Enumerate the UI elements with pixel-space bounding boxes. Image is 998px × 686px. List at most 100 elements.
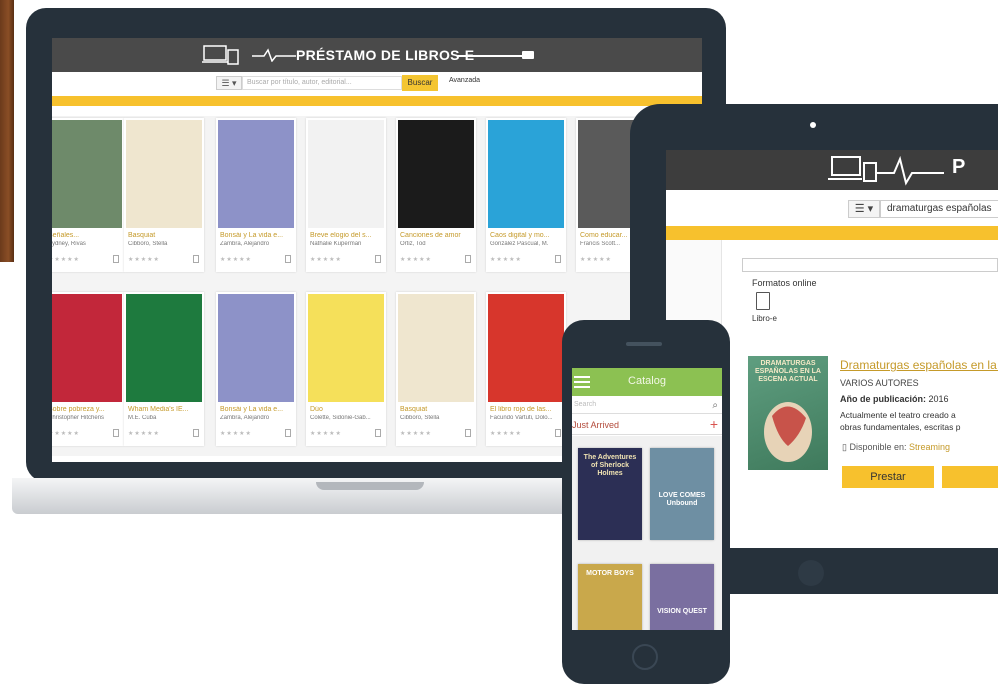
book-card[interactable]: Breve elogio del s... Nathalie Kuperman ★★…	[306, 118, 386, 272]
phone-book-cover[interactable]: MOTOR BOYS	[578, 564, 642, 630]
ebook-icon	[285, 429, 291, 437]
search-input[interactable]: Buscar por título, autor, editorial...	[242, 76, 402, 90]
book-title[interactable]: Bonsái y La vida e...	[220, 406, 294, 413]
book-card[interactable]: Bonsái y La vida e... Zambra, Alejandro ★★…	[216, 118, 296, 272]
book-cover[interactable]	[398, 120, 474, 228]
rating-stars: ★★★★★	[490, 431, 522, 437]
book-card[interactable]: Dúo Colette, Sidonie-Gab... ★★★★★	[306, 292, 386, 446]
ebook-icon	[193, 255, 199, 263]
book-title[interactable]: Bonsái y La vida e...	[220, 232, 294, 239]
add-icon[interactable]: +	[710, 416, 718, 432]
advanced-search-link[interactable]: Avanzada	[449, 77, 480, 84]
phone-book-title: The Adventures of Sherlock Holmes	[583, 454, 637, 477]
rating-stars: ★★★★★	[128, 257, 160, 263]
section-title: Just Arrived	[572, 420, 620, 430]
site-title: PRÉSTAMO DE LIBROS-E	[296, 47, 475, 63]
rating-stars: ★★★★★	[580, 257, 612, 263]
publication-year: Año de publicación: 2016	[840, 394, 949, 404]
book-author: González Pascual, M.	[490, 241, 549, 247]
hamburger-menu-icon[interactable]	[574, 376, 590, 388]
divider	[572, 434, 722, 435]
search-icon[interactable]: ⌕	[712, 400, 718, 411]
ebook-icon	[555, 429, 561, 437]
book-cover[interactable]	[308, 120, 384, 228]
book-author: Colette, Sidonie-Gab...	[310, 415, 371, 421]
book-author: VARIOS AUTORES	[840, 378, 919, 388]
tablet-site-header: P	[666, 150, 998, 190]
app-title: Catalog	[628, 375, 666, 387]
search-input[interactable]: Search ⌕	[572, 398, 722, 414]
ebook-icon	[465, 255, 471, 263]
cover-illustration	[764, 402, 812, 462]
book-cover[interactable]	[126, 294, 202, 402]
book-cover[interactable]	[398, 294, 474, 402]
secondary-button[interactable]	[942, 466, 998, 488]
rating-stars: ★★★★★	[310, 257, 342, 263]
book-title-link[interactable]: Dramaturgas españolas en la escena actua…	[840, 358, 998, 372]
menu-dropdown[interactable]: ☰ ▾	[848, 200, 880, 218]
rating-stars: ★★★★★	[310, 431, 342, 437]
search-row: ☰ ▾ Buscar por título, autor, editorial.…	[52, 72, 702, 94]
book-card[interactable]: Basquiat Cibboro, Stella ★★★★★	[124, 118, 204, 272]
year-value: 2016	[928, 394, 949, 404]
book-card[interactable]: Basquiat Cibboro, Stella ★★★★★	[396, 292, 476, 446]
book-cover[interactable]	[218, 120, 294, 228]
book-cover[interactable]: DRAMATURGAS ESPAÑOLAS EN LA ESCENA ACTUA…	[748, 356, 828, 470]
book-author: Cibboro, Stella	[128, 241, 168, 247]
book-author: Zambra, Alejandro	[220, 415, 270, 421]
book-cover[interactable]	[52, 120, 122, 228]
book-card[interactable]: Bonsái y La vida e... Zambra, Alejandro ★★…	[216, 292, 296, 446]
book-cover[interactable]	[126, 120, 202, 228]
book-description-line: obras fundamentales, escritas p	[840, 422, 961, 432]
availability: ▯ Disponible en: Streaming	[842, 442, 951, 452]
ebook-icon	[375, 255, 381, 263]
search-button[interactable]: Buscar	[402, 75, 438, 91]
ebook-icon[interactable]	[756, 292, 770, 310]
book-title[interactable]: El libro rojo de las...	[490, 406, 564, 413]
rating-stars: ★★★★★	[490, 257, 522, 263]
book-card[interactable]: Canciones de amor Ortiz, Tod ★★★★★	[396, 118, 476, 272]
book-cover[interactable]	[488, 294, 564, 402]
book-author: M.E. Cuba	[128, 415, 157, 421]
ebook-icon	[113, 255, 119, 263]
available-value[interactable]: Streaming	[909, 442, 950, 452]
book-card[interactable]: El libro rojo de las... Facundo Vartuti, …	[486, 292, 566, 446]
book-author: Cibboro, Stella	[400, 415, 440, 421]
devices-logo-icon	[828, 155, 944, 186]
ebook-icon	[555, 255, 561, 263]
phone-book-title: LOVE COMES Unbound	[658, 492, 706, 507]
book-title[interactable]: Wham Media's IE...	[128, 406, 202, 413]
book-title[interactable]: Dúo	[310, 406, 384, 413]
devices-logo-icon	[202, 45, 239, 65]
laptop-notch	[316, 482, 424, 490]
book-card[interactable]: Señales... Sydney, Rivas ★★★★★	[52, 118, 124, 272]
book-card[interactable]: Sobre pobreza y... Christopher Hitchens ★★…	[52, 292, 124, 446]
book-title[interactable]: Caos digital y mo...	[490, 232, 564, 239]
phone-book-title: MOTOR BOYS	[586, 570, 634, 577]
book-description-line: Actualmente el teatro creado a	[840, 410, 956, 420]
results-bar	[742, 258, 998, 272]
phone-book-cover[interactable]: VISION QUEST	[650, 564, 714, 630]
rating-stars: ★★★★★	[400, 431, 432, 437]
book-cover[interactable]	[308, 294, 384, 402]
lend-button[interactable]: Prestar	[842, 466, 934, 488]
book-title[interactable]: Breve elogio del s...	[310, 232, 384, 239]
usb-plug-icon	[522, 51, 534, 59]
phone-book-cover[interactable]: The Adventures of Sherlock Holmes	[578, 448, 642, 540]
book-card[interactable]: Caos digital y mo... González Pascual, M.…	[486, 118, 566, 272]
book-title[interactable]: Basquiat	[400, 406, 474, 413]
book-title[interactable]: Canciones de amor	[400, 232, 474, 239]
menu-dropdown[interactable]: ☰ ▾	[216, 76, 242, 90]
phone-book-cover[interactable]: LOVE COMES Unbound	[650, 448, 714, 540]
book-cover[interactable]	[488, 120, 564, 228]
book-title[interactable]: Señales...	[52, 232, 122, 239]
ebook-icon	[193, 429, 199, 437]
format-item[interactable]: Libro-e	[752, 314, 777, 323]
book-title[interactable]: Sobre pobreza y...	[52, 406, 122, 413]
book-author: Ortiz, Tod	[400, 241, 426, 247]
book-cover[interactable]	[52, 294, 122, 402]
search-input[interactable]: dramaturgas españolas	[880, 200, 998, 218]
book-title[interactable]: Basquiat	[128, 232, 202, 239]
book-cover[interactable]	[218, 294, 294, 402]
book-card[interactable]: Wham Media's IE... M.E. Cuba ★★★★★	[124, 292, 204, 446]
